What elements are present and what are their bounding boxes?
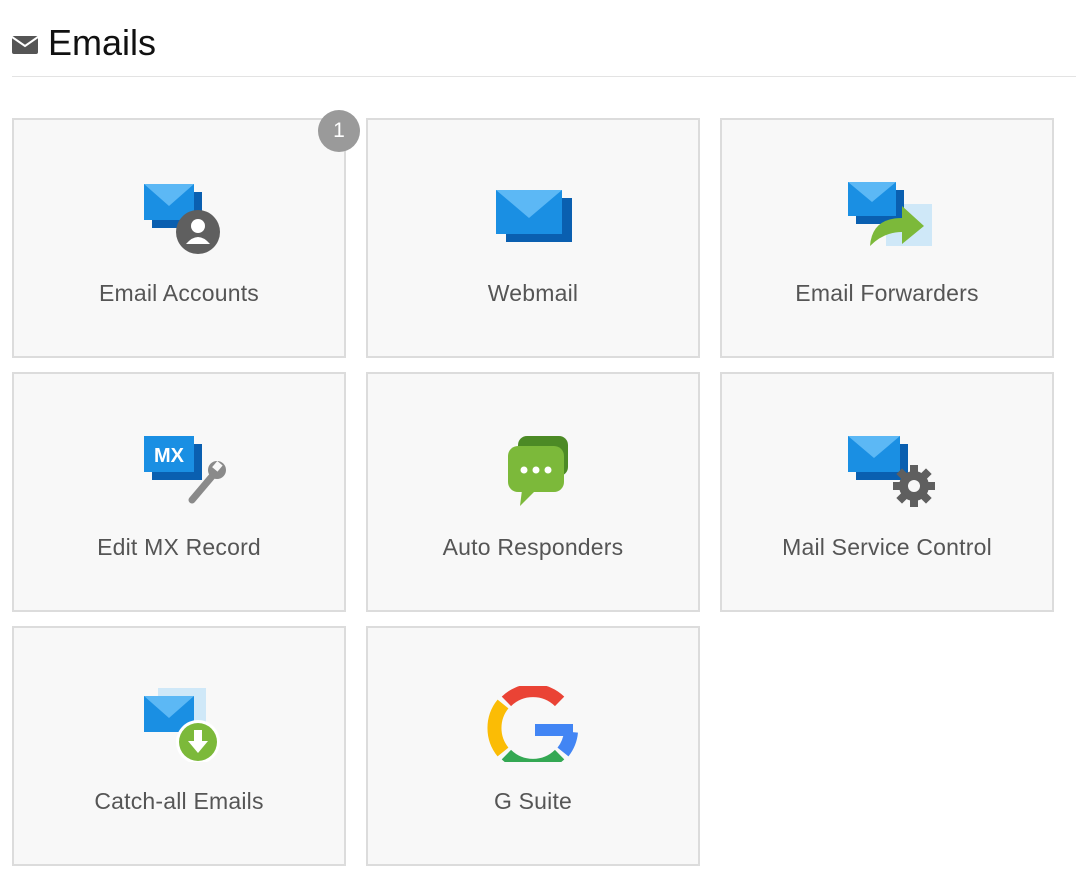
mx-text: MX <box>154 445 185 467</box>
tile-label: Auto Responders <box>442 534 624 560</box>
tile-email-accounts[interactable]: Email Accounts 1 <box>12 110 360 358</box>
tile-email-forwarders[interactable]: Email Forwarders <box>720 118 1054 358</box>
tile-mail-service-control[interactable]: Mail Service Control <box>720 372 1054 612</box>
tile-edit-mx-record[interactable]: MX Edit MX Record <box>12 372 346 612</box>
tile-label: Email Forwarders <box>795 280 979 306</box>
section-title: Emails <box>48 22 157 63</box>
tile-catch-all-emails[interactable]: Catch-all Emails <box>12 626 346 866</box>
tile-label: Webmail <box>487 280 579 306</box>
header-divider <box>12 76 1076 77</box>
mx-record-icon: MX <box>124 432 234 508</box>
section-header: Emails <box>11 20 157 66</box>
tile-auto-responders[interactable]: Auto Responders <box>366 372 700 612</box>
mail-service-control-icon <box>832 432 942 508</box>
tile-webmail[interactable]: Webmail <box>366 118 700 358</box>
emails-page: Emails Email Accounts 1 Webmail Email Fo… <box>0 0 1076 894</box>
catch-all-emails-icon <box>124 686 234 762</box>
email-forwarders-icon <box>832 178 942 254</box>
email-accounts-icon <box>124 178 234 254</box>
count-badge: 1 <box>318 110 360 152</box>
auto-responders-icon <box>478 432 588 508</box>
envelope-icon <box>11 34 39 56</box>
tile-label: Mail Service Control <box>782 534 992 560</box>
webmail-icon <box>478 178 588 254</box>
tile-label: G Suite <box>493 788 573 814</box>
g-suite-icon <box>478 686 588 762</box>
tile-label: Email Accounts <box>98 280 260 306</box>
tile-label: Edit MX Record <box>97 534 261 560</box>
tile-g-suite[interactable]: G Suite <box>366 626 700 866</box>
tile-label: Catch-all Emails <box>94 788 264 814</box>
